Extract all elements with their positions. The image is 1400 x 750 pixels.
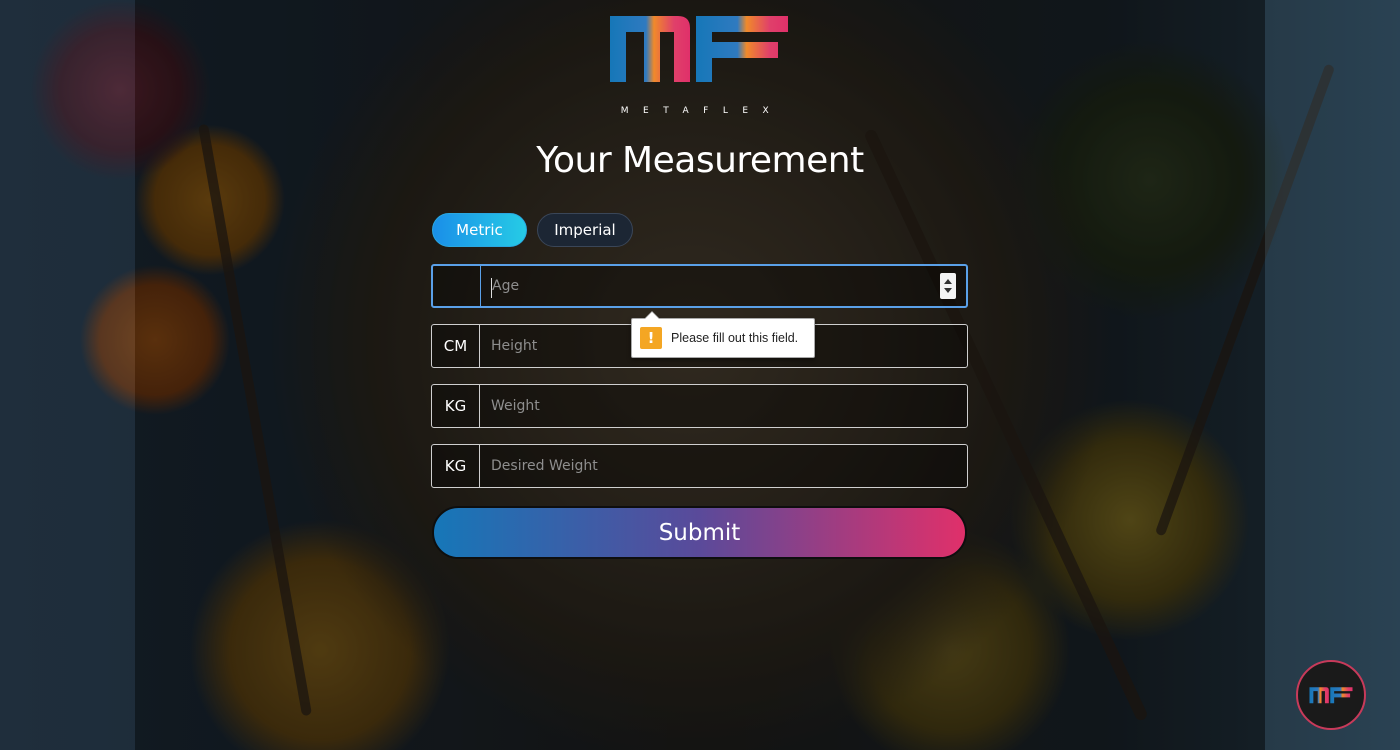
number-spinner[interactable] [940, 273, 956, 299]
desired-weight-unit-label: KG [432, 445, 480, 487]
background-right-panel [1265, 0, 1400, 750]
imperial-button[interactable]: Imperial [537, 213, 633, 247]
age-field [431, 264, 968, 308]
weight-field: KG [431, 384, 968, 428]
logo-mark-icon [610, 16, 788, 82]
weight-unit-label: KG [432, 385, 480, 427]
validation-message: Please fill out this field. [671, 331, 799, 345]
validation-tooltip: ! Please fill out this field. [631, 311, 815, 358]
metaflex-badge-icon[interactable] [1296, 660, 1366, 730]
desired-weight-field: KG [431, 444, 968, 488]
metric-button[interactable]: Metric [432, 213, 527, 247]
unit-toggle: Metric Imperial [432, 213, 633, 247]
submit-button[interactable]: Submit [432, 506, 967, 559]
warning-icon: ! [640, 327, 662, 349]
desired-weight-input[interactable] [480, 445, 967, 487]
age-input[interactable] [481, 266, 966, 306]
spin-down-icon[interactable] [944, 288, 952, 293]
logo-wordmark: METAFLEX [620, 106, 784, 116]
text-cursor [491, 278, 492, 298]
background-left-panel [0, 0, 135, 750]
page-title: Your Measurement [536, 140, 864, 181]
age-prefix [433, 266, 481, 306]
height-unit-label: CM [432, 325, 480, 367]
spin-up-icon[interactable] [944, 279, 952, 284]
badge-logo-icon [1309, 687, 1353, 704]
weight-input[interactable] [480, 385, 967, 427]
metaflex-logo: METAFLEX [608, 12, 790, 116]
